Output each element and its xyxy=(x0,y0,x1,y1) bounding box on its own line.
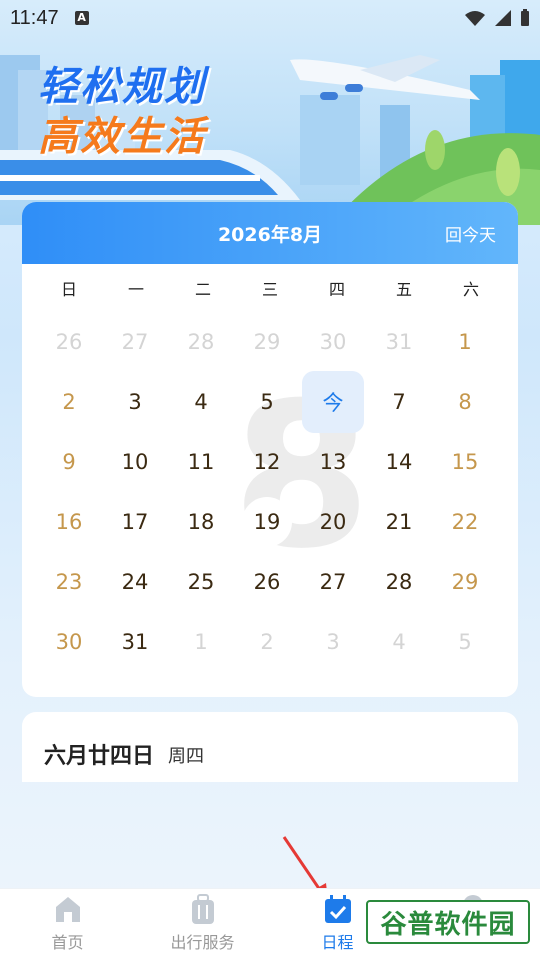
nav-label: 首页 xyxy=(51,933,84,952)
calendar-week-row: 23 24 25 26 27 28 29 xyxy=(22,552,518,612)
day-cell[interactable]: 20 xyxy=(300,492,366,552)
status-bar: 11:47 A xyxy=(0,0,540,36)
day-cell[interactable]: 24 xyxy=(102,552,168,612)
day-cell[interactable]: 4 xyxy=(366,612,432,672)
day-cell[interactable]: 5 xyxy=(234,372,300,432)
day-cell[interactable]: 11 xyxy=(168,432,234,492)
day-cell[interactable]: 5 xyxy=(432,612,498,672)
day-cell[interactable]: 12 xyxy=(234,432,300,492)
day-cell[interactable]: 3 xyxy=(300,612,366,672)
day-cell[interactable]: 30 xyxy=(36,612,102,672)
month-title[interactable]: 2026年8月 xyxy=(218,220,322,247)
weekday-label: 五 xyxy=(395,280,412,299)
day-cell[interactable]: 21 xyxy=(366,492,432,552)
day-cell[interactable]: 2 xyxy=(36,372,102,432)
status-time: 11:47 xyxy=(10,6,59,29)
day-cell[interactable]: 31 xyxy=(102,612,168,672)
selected-day-label: 19 xyxy=(242,497,292,547)
weekday-label: 日 xyxy=(60,280,77,299)
calendar-header: 2026年8月 回今天 xyxy=(22,202,518,264)
day-cell[interactable]: 2 xyxy=(234,612,300,672)
day-cell[interactable]: 10 xyxy=(102,432,168,492)
day-cell[interactable]: 15 xyxy=(432,432,498,492)
banner-line-1: 轻松规划 xyxy=(38,64,206,110)
nav-travel-services[interactable]: 出行服务 xyxy=(135,889,270,960)
weekday-label: 三 xyxy=(261,280,278,299)
day-cell[interactable]: 23 xyxy=(36,552,102,612)
selected-day-cell[interactable]: 19 xyxy=(234,492,300,552)
day-cell[interactable]: 22 xyxy=(432,492,498,552)
day-cell[interactable]: 27 xyxy=(102,312,168,372)
day-cell[interactable]: 29 xyxy=(234,312,300,372)
day-cell[interactable]: 28 xyxy=(366,552,432,612)
accessibility-icon: A xyxy=(74,11,89,25)
day-cell[interactable]: 14 xyxy=(366,432,432,492)
lunar-weekday: 周四 xyxy=(168,746,205,767)
calendar-week-row: 26 27 28 29 30 31 1 xyxy=(22,312,518,372)
weekday-label: 一 xyxy=(127,280,144,299)
day-cell[interactable]: 3 xyxy=(102,372,168,432)
day-cell[interactable]: 8 xyxy=(432,372,498,432)
day-cell[interactable]: 18 xyxy=(168,492,234,552)
weekday-label: 六 xyxy=(462,280,479,299)
day-cell[interactable]: 4 xyxy=(168,372,234,432)
day-cell[interactable]: 27 xyxy=(300,552,366,612)
back-to-today-button[interactable]: 回今天 xyxy=(445,221,496,246)
weekday-label: 四 xyxy=(328,280,345,299)
lunar-date: 六月廿四日 xyxy=(44,744,155,769)
lunar-date-card: 六月廿四日 周四 xyxy=(22,712,518,782)
calendar-icon xyxy=(324,895,351,923)
day-cell[interactable]: 31 xyxy=(366,312,432,372)
nav-home[interactable]: 首页 xyxy=(0,889,135,960)
day-cell[interactable]: 29 xyxy=(432,552,498,612)
day-cell[interactable]: 30 xyxy=(300,312,366,372)
banner-slogan: 轻松规划 高效生活 xyxy=(38,62,206,162)
day-cell[interactable]: 26 xyxy=(234,552,300,612)
nav-label: 日程 xyxy=(321,933,354,952)
day-cell[interactable]: 1 xyxy=(168,612,234,672)
day-cell[interactable]: 7 xyxy=(366,372,432,432)
day-cell[interactable]: 9 xyxy=(36,432,102,492)
calendar-card: 2026年8月 回今天 日 一 二 三 四 五 六 8 26 27 28 29 … xyxy=(22,202,518,697)
luggage-icon xyxy=(191,894,214,924)
weekday-label: 二 xyxy=(194,280,211,299)
wifi-icon xyxy=(465,11,485,26)
home-icon xyxy=(55,897,80,922)
banner-line-2: 高效生活 xyxy=(38,114,206,160)
calendar-week-row: 30 31 1 2 3 4 5 xyxy=(22,612,518,672)
day-cell[interactable]: 1 xyxy=(432,312,498,372)
nav-label: 出行服务 xyxy=(170,933,235,952)
calendar-grid: 26 27 28 29 30 31 1 2 3 4 5 今 7 8 9 10 1… xyxy=(22,312,518,672)
calendar-week-row: 16 17 18 19 20 21 22 xyxy=(22,492,518,552)
day-cell[interactable]: 13 xyxy=(300,432,366,492)
day-cell[interactable]: 25 xyxy=(168,552,234,612)
day-cell[interactable]: 16 xyxy=(36,492,102,552)
day-cell[interactable]: 17 xyxy=(102,492,168,552)
calendar-week-row: 2 3 4 5 今 7 8 xyxy=(22,371,518,433)
day-cell[interactable]: 28 xyxy=(168,312,234,372)
calendar-week-row: 9 10 11 12 13 14 15 xyxy=(22,432,518,492)
weekday-header: 日 一 二 三 四 五 六 xyxy=(22,264,518,312)
day-cell[interactable]: 26 xyxy=(36,312,102,372)
today-label: 今 xyxy=(302,371,364,433)
today-cell[interactable]: 今 xyxy=(300,371,366,433)
battery-icon xyxy=(521,9,529,26)
site-watermark: 谷普软件园 xyxy=(366,900,530,944)
cell-signal-icon xyxy=(495,10,511,26)
